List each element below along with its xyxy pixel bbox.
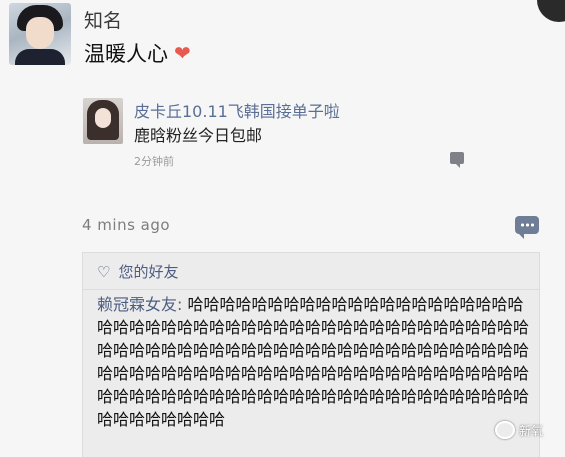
repost-card[interactable]: 皮卡丘10.11飞韩国接单子啦 鹿晗粉丝今日包邮 2分钟前 (78, 88, 476, 184)
post-author-name[interactable]: 知名 (84, 6, 122, 33)
watermark-text: 新氧 (519, 423, 544, 438)
comment-icon-dots (520, 223, 534, 227)
comments-panel: ♡ 您的好友 赖冠霖女友: 哈哈哈哈哈哈哈哈哈哈哈哈哈哈哈哈哈哈哈哈哈哈哈哈哈哈… (82, 252, 540, 457)
repost-author-name[interactable]: 皮卡丘10.11飞韩国接单子啦 (134, 98, 340, 122)
commenter-name[interactable]: 赖冠霖女友: (97, 295, 182, 314)
avatar-shirt (15, 49, 65, 65)
comment-text: 哈哈哈哈哈哈哈哈哈哈哈哈哈哈哈哈哈哈哈哈哈哈哈哈哈哈哈哈哈哈哈哈哈哈哈哈哈哈哈哈… (97, 295, 530, 429)
likes-row[interactable]: ♡ 您的好友 (97, 261, 178, 282)
repost-content: 鹿晗粉丝今日包邮 (134, 126, 263, 145)
post-text: 温暖人心 (84, 42, 168, 66)
post-timestamp: 4 mins ago (82, 216, 171, 234)
author-avatar[interactable] (9, 3, 71, 65)
repost-author-avatar[interactable] (83, 98, 123, 144)
panel-divider (83, 289, 539, 290)
avatar-face (26, 17, 54, 49)
likes-label: 您的好友 (118, 263, 179, 281)
watermark: 新氧 (495, 421, 543, 439)
corner-decoration (537, 0, 565, 22)
avatar-face (95, 108, 111, 128)
watermark-logo-icon (495, 421, 515, 439)
post-content: 温暖人心 ❤ (84, 38, 191, 68)
repost-comment-icon[interactable] (450, 152, 464, 168)
heart-icon: ❤ (174, 41, 191, 65)
repost-timestamp: 2分钟前 (134, 155, 174, 168)
heart-outline-icon: ♡ (97, 262, 111, 281)
comment-item: 赖冠霖女友: 哈哈哈哈哈哈哈哈哈哈哈哈哈哈哈哈哈哈哈哈哈哈哈哈哈哈哈哈哈哈哈哈哈… (97, 293, 537, 431)
comment-icon[interactable] (515, 216, 539, 239)
